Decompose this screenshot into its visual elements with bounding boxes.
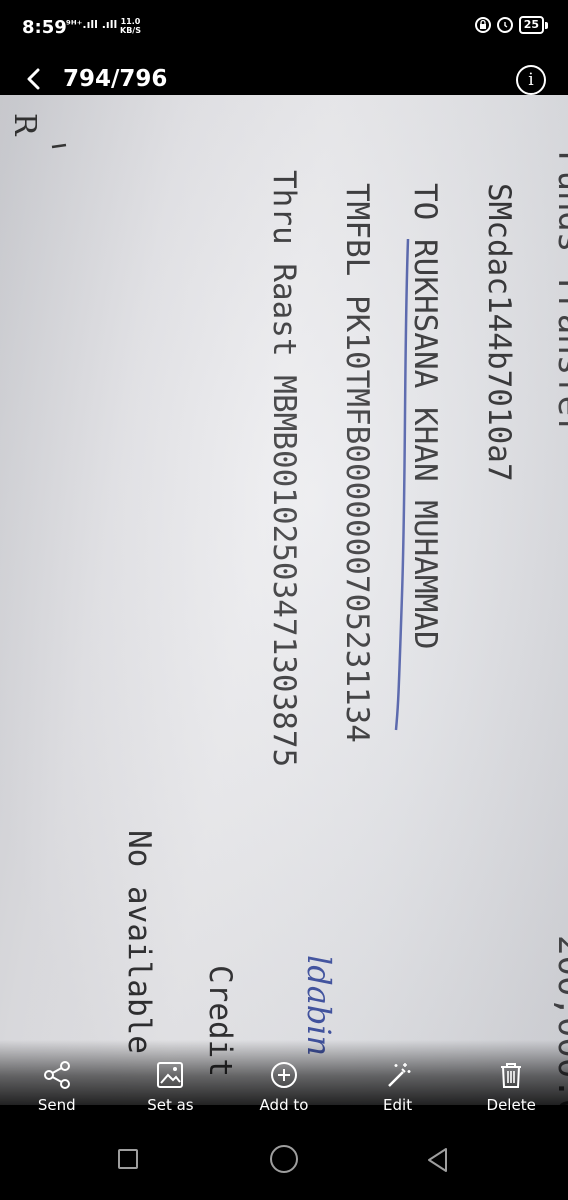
network-speed: 11.0 KB/S — [120, 17, 141, 35]
alarm-icon — [496, 17, 513, 33]
receipt-line: Funds Transfer — [550, 150, 568, 437]
battery-tip — [545, 21, 548, 29]
signal-icon: ⁹ᴴ⁺.ıll .ıll — [66, 18, 118, 31]
network-speed-value: 11.0 — [120, 17, 141, 26]
status-bar: 8:59 ⁹ᴴ⁺.ıll .ıll 11.0 KB/S 25 — [0, 0, 568, 58]
status-icons: 25 — [474, 16, 548, 34]
send-button[interactable]: Send — [7, 1058, 107, 1114]
system-nav-bar — [0, 1120, 568, 1200]
info-icon[interactable]: i — [516, 65, 546, 95]
action-toolbar: Send Set as Add to Edit Delete — [0, 1040, 568, 1120]
back-arrow-icon[interactable] — [24, 68, 44, 90]
edit-label: Edit — [383, 1096, 413, 1114]
viewer-header: 794/796 i — [0, 58, 568, 98]
nav-back-icon[interactable] — [424, 1146, 452, 1174]
handwritten-mark: R — [7, 113, 42, 136]
set-as-label: Set as — [147, 1096, 194, 1114]
image-icon — [157, 1062, 184, 1088]
plus-circle-icon — [270, 1062, 297, 1088]
photo-view[interactable]: R Funds Transfer SMcdac144b7010a7 TO RUK… — [0, 95, 568, 1105]
magic-wand-icon — [387, 1063, 411, 1087]
add-to-button[interactable]: Add to — [234, 1058, 334, 1114]
receipt-note-available: No available — [121, 830, 157, 1054]
recents-icon[interactable] — [118, 1149, 138, 1169]
lock-icon — [474, 17, 491, 33]
trash-icon — [501, 1063, 522, 1088]
receipt-line: SMcdac144b7010a7 — [481, 183, 517, 482]
receipt-line: TMFBL PK10TMFB0000000705231134 — [339, 183, 375, 743]
edit-button[interactable]: Edit — [348, 1058, 448, 1114]
share-icon — [43, 1061, 70, 1089]
delete-button[interactable]: Delete — [461, 1058, 561, 1114]
handwritten-stroke — [51, 143, 67, 149]
handwritten-underline — [394, 238, 410, 731]
image-counter: 794/796 — [63, 66, 168, 92]
delete-label: Delete — [486, 1096, 536, 1114]
send-label: Send — [37, 1096, 76, 1114]
battery-icon: 25 — [518, 16, 544, 34]
status-time: 8:59 — [22, 17, 67, 38]
home-icon[interactable] — [270, 1145, 298, 1173]
add-to-label: Add to — [259, 1096, 309, 1114]
set-as-button[interactable]: Set as — [120, 1058, 220, 1114]
receipt-line: Thru Raast MBMB00102503471303875 — [266, 170, 302, 768]
network-speed-unit: KB/S — [120, 26, 141, 35]
